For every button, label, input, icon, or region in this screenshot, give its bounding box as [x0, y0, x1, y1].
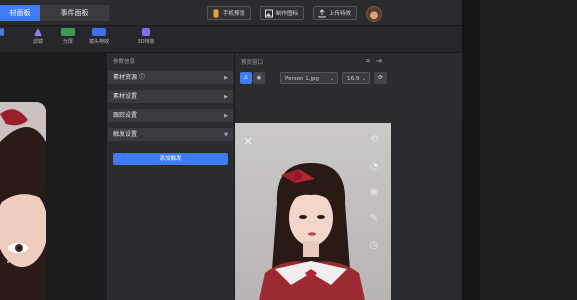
file-select[interactable]: Person 1.jpg ⌄ [280, 72, 338, 84]
brush-icon[interactable]: ✎ [367, 212, 381, 226]
make-icon-label: 制作图标 [276, 11, 299, 17]
tool-split-screen-label: 分屏 [62, 39, 73, 45]
caret-right-icon: ▶ [224, 113, 228, 119]
panel-divider [462, 0, 480, 300]
params-row-material-resource[interactable]: 素材资源 ⓘ ▶ [108, 71, 233, 85]
crop-icon[interactable]: ⌗ [366, 57, 370, 66]
ratio-select[interactable]: 16:9 ⌄ [342, 72, 370, 84]
refresh-button[interactable]: ⟳ [374, 72, 387, 84]
chevron-down-icon: ⌄ [361, 76, 366, 82]
tool-lens-effect-label: 镜头特效 [88, 39, 109, 45]
tool-filter[interactable]: 滤镜 [28, 28, 48, 45]
params-row-trigger-settings[interactable]: 触发设置 ▼ [108, 128, 233, 142]
make-icon-button[interactable]: 制作图标 [260, 6, 305, 20]
tool-filter-label: 滤镜 [32, 39, 43, 45]
lens-effect-icon [92, 28, 106, 36]
upload-icon [318, 9, 326, 18]
params-row-label: 素材资源 ⓘ [113, 74, 145, 81]
phone-icon [213, 9, 219, 18]
left-preview-photo [0, 102, 46, 300]
params-row-material-settings[interactable]: 素材设置 ▶ [108, 90, 233, 104]
caret-right-icon: ▶ [224, 75, 228, 81]
params-row-label: 触发设置 [113, 131, 138, 138]
caret-right-icon: ▶ [224, 94, 228, 100]
params-row-label: 跟踪设置 [113, 112, 138, 119]
phone-preview-label: 手机预览 [223, 11, 246, 17]
file-select-value: Person 1.jpg [285, 76, 319, 82]
effects-icon[interactable]: ❀ [367, 186, 381, 200]
filter-icon [34, 28, 42, 36]
caret-down-icon: ▼ [224, 132, 228, 138]
timer-icon[interactable]: ◷ [367, 239, 381, 253]
upload-effect-label: 上传特效 [329, 11, 352, 17]
right-empty-area [480, 0, 577, 300]
tool-partial[interactable] [0, 28, 10, 36]
avatar[interactable] [366, 6, 382, 22]
preview-title: 预览窗口 [241, 60, 264, 66]
close-icon[interactable]: × [243, 134, 253, 148]
3d-effect-icon [142, 28, 150, 36]
params-row-label: 素材设置 [113, 93, 138, 100]
tool-lens-effect[interactable]: 镜头特效 [86, 28, 112, 45]
preview-right-area [391, 123, 462, 300]
preview-header [235, 53, 462, 123]
upload-effect-button[interactable]: 上传特效 [313, 6, 358, 20]
split-screen-icon [61, 28, 75, 36]
ratio-select-value: 16:9 [347, 76, 360, 82]
tool-3d-effect-label: 3D特效 [137, 39, 155, 45]
collapse-icon[interactable]: ⇥ [376, 57, 382, 65]
portrait-crop-image [0, 102, 46, 300]
refresh-icon: ⟳ [378, 75, 383, 81]
chevron-down-icon: ⌄ [329, 76, 334, 82]
add-trigger-button[interactable]: 添加触发 [113, 153, 228, 165]
tab-material-panel[interactable]: 材面板 [0, 5, 40, 21]
phone-preview-button[interactable]: 手机预览 [207, 6, 252, 20]
person-mode-icon[interactable]: ♙ [240, 72, 252, 84]
partial-tool-icon [0, 28, 4, 36]
tool-3d-effect[interactable]: 3D特效 [134, 28, 158, 45]
switch-camera-icon[interactable]: ⟲ [367, 133, 381, 147]
tool-split-screen[interactable]: 分屏 [56, 28, 80, 45]
tab-event-panel[interactable]: 事件面板 [40, 5, 109, 21]
camera-mode-icon[interactable]: ◉ [253, 72, 265, 84]
params-title: 参数信息 [113, 59, 136, 65]
image-icon [265, 9, 273, 18]
beauty-icon[interactable]: ◔ [367, 160, 381, 174]
params-row-tracking-settings[interactable]: 跟踪设置 ▶ [108, 109, 233, 123]
